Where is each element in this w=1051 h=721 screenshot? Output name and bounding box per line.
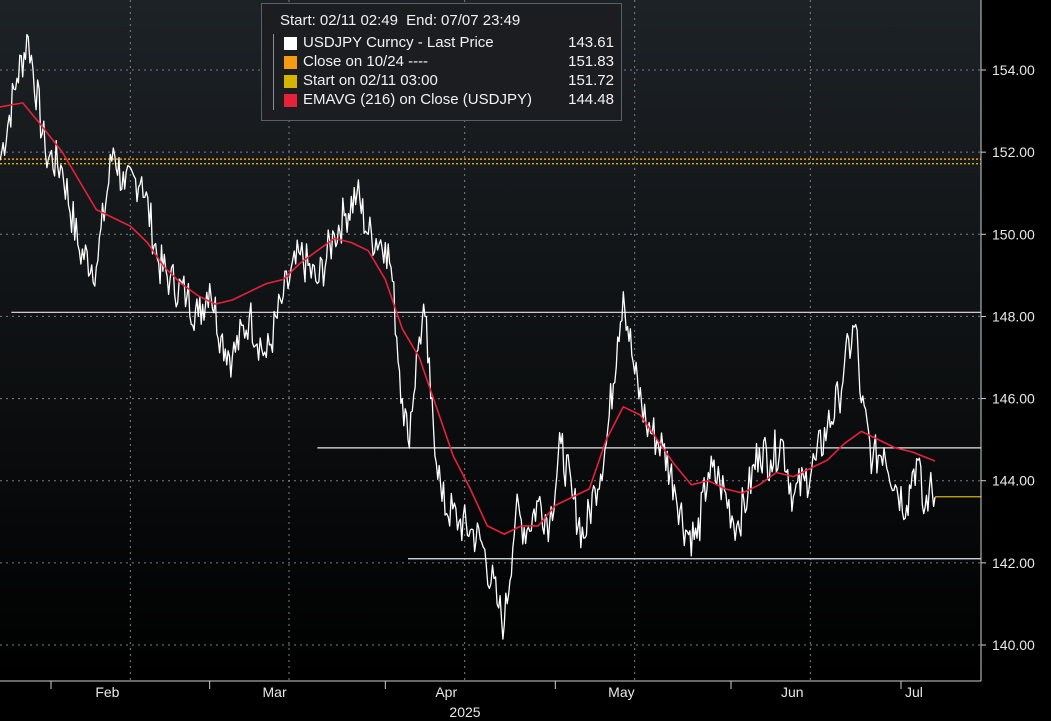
start-value: 02/11 02:49 <box>319 12 398 29</box>
x-tick-label: Feb <box>95 684 119 700</box>
y-tick-label: 142.00 <box>992 555 1035 571</box>
x-tick-label: May <box>608 684 634 700</box>
legend-name: Close on 10/24 ---- <box>303 53 429 70</box>
legend-tree-line <box>273 34 282 110</box>
y-tick-label: 144.00 <box>992 473 1035 489</box>
date-range: Start: 02/11 02:49 End: 07/07 23:49 <box>280 12 524 29</box>
end-value: 07/07 23:49 <box>441 12 521 29</box>
legend-swatch <box>284 94 297 107</box>
y-tick-label: 140.00 <box>992 637 1035 653</box>
legend-swatch <box>284 37 297 50</box>
x-tick-label: Apr <box>435 684 457 700</box>
legend-name: USDJPY Curncy - Last Price <box>303 34 494 51</box>
legend-name: Start on 02/11 03:00 <box>303 72 438 89</box>
legend-value: 151.83 <box>568 53 614 70</box>
legend-swatch <box>284 75 297 88</box>
x-axis: Feb Mar Apr May Jun Jul <box>50 681 923 700</box>
y-tick-label: 150.00 <box>992 226 1035 242</box>
legend-item[interactable]: USDJPY Curncy - Last Price 143.61 <box>284 34 614 53</box>
y-tick-label: 154.00 <box>992 62 1035 78</box>
legend-item[interactable]: Start on 02/11 03:00 151.72 <box>284 72 614 91</box>
y-tick-label: 148.00 <box>992 308 1035 324</box>
end-label: End: <box>406 12 438 29</box>
y-tick-label: 152.00 <box>992 144 1035 160</box>
legend-item[interactable]: Close on 10/24 ---- 151.83 <box>284 53 614 72</box>
y-axis: 140.00 142.00 144.00 146.00 148.00 150.00 152.… <box>981 62 1035 653</box>
x-tick-label: Jul <box>905 684 923 700</box>
legend-value: 151.72 <box>568 72 614 89</box>
legend-value: 143.61 <box>568 34 614 51</box>
legend-item[interactable]: EMAVG (216) on Close (USDJPY) 144.48 <box>284 91 614 110</box>
x-tick-label: Jun <box>781 684 804 700</box>
x-tick-label: Mar <box>263 684 287 700</box>
legend-swatch <box>284 56 297 69</box>
legend: Start: 02/11 02:49 End: 07/07 23:49 USDJPY… <box>261 3 622 121</box>
x-axis-title: 2025 <box>449 704 480 720</box>
y-tick-label: 146.00 <box>992 391 1035 407</box>
start-label: Start: <box>280 12 316 29</box>
legend-name: EMAVG (216) on Close (USDJPY) <box>303 91 532 108</box>
legend-value: 144.48 <box>568 91 614 108</box>
